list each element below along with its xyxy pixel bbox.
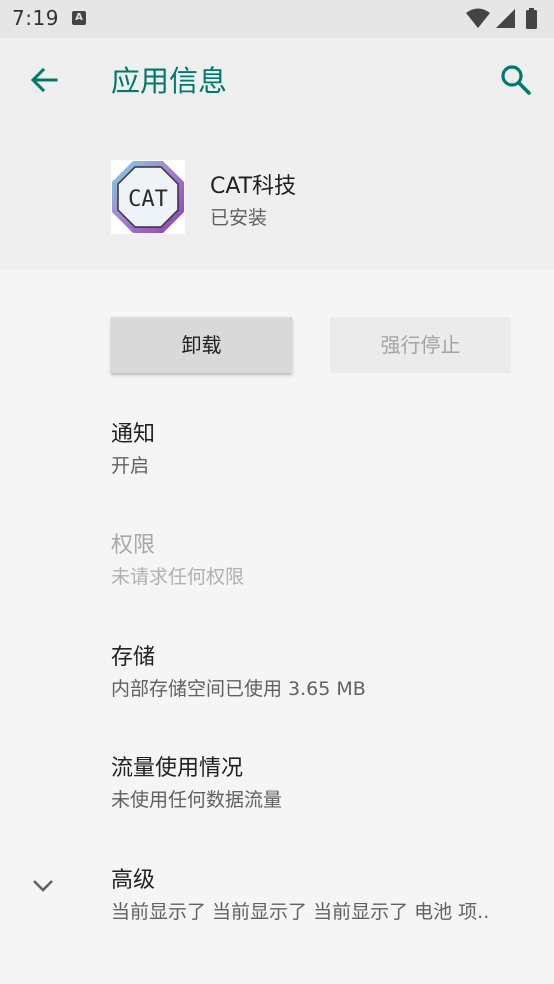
pref-advanced[interactable]: 高级 当前显示了 当前显示了 当前显示了 电池 项.. [0, 862, 554, 952]
pref-storage[interactable]: 存储 内部存储空间已使用 3.65 MB [0, 639, 554, 729]
search-icon[interactable] [498, 62, 534, 98]
app-install-status: 已安装 [210, 207, 268, 229]
status-bar: 7:19 A [0, 0, 554, 38]
status-time: 7:19 [12, 6, 59, 30]
status-icons [466, 8, 537, 29]
pref-title: 高级 [111, 868, 156, 893]
pref-title: 通知 [111, 422, 156, 447]
app-name: CAT科技 [210, 174, 297, 199]
app-icon: CAT [111, 160, 185, 234]
pref-summary: 未使用任何数据流量 [111, 789, 283, 811]
pref-summary: 未请求任何权限 [111, 566, 245, 588]
app-icon-text: CAT [128, 187, 168, 212]
battery-icon [526, 10, 537, 29]
app-bar: 应用信息 [0, 38, 554, 122]
pref-title: 存储 [111, 645, 156, 670]
pref-title: 流量使用情况 [111, 756, 244, 781]
pref-permissions[interactable]: 权限 未请求任何权限 [0, 527, 554, 617]
pref-title: 权限 [111, 533, 156, 558]
wifi-icon [466, 8, 490, 28]
page-title: 应用信息 [111, 64, 228, 98]
pref-summary: 内部存储空间已使用 3.65 MB [111, 678, 366, 700]
pref-summary: 当前显示了 当前显示了 当前显示了 电池 项.. [111, 901, 490, 923]
app-header: CAT CAT科技 已安装 [0, 122, 554, 270]
uninstall-button[interactable]: 卸载 [111, 317, 292, 373]
arrow-left-icon[interactable] [26, 62, 62, 98]
cell-signal-icon [496, 9, 515, 28]
force-stop-button[interactable]: 强行停止 [330, 317, 511, 373]
pref-notifications[interactable]: 通知 开启 [0, 416, 554, 506]
pref-data-usage[interactable]: 流量使用情况 未使用任何数据流量 [0, 750, 554, 840]
pref-summary: 开启 [111, 455, 150, 477]
chevron-down-icon [33, 880, 53, 892]
notification-icon: A [72, 11, 86, 25]
